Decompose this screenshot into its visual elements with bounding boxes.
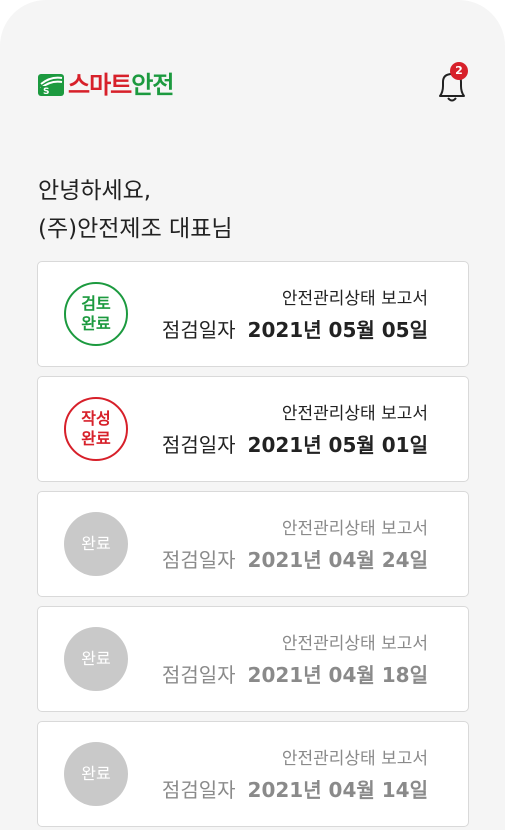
inspection-date: 점검일자 2021년 04월 24일 xyxy=(162,544,428,573)
report-card[interactable]: 검토 완료 안전관리상태 보고서 점검일자 2021년 05월 05일 xyxy=(37,261,469,367)
greeting-line2: (주)안전제조 대표님 xyxy=(38,216,233,242)
stamp-text-line2: 완료 xyxy=(81,314,111,333)
report-list: 검토 완료 안전관리상태 보고서 점검일자 2021년 05월 05일 작성 완료… xyxy=(37,261,469,830)
inspection-date-label: 점검일자 xyxy=(161,778,236,802)
app-screen: S 스마트안전 2 안녕하세요, (주)안전제조 대표님 검토 완료 안전관리상… xyxy=(0,0,505,830)
inspection-date: 점검일자 2021년 04월 18일 xyxy=(162,659,428,688)
inspection-date-value: 2021년 04월 24일 xyxy=(247,548,428,572)
inspection-date-value: 2021년 04월 18일 xyxy=(247,663,428,687)
app-logo: S 스마트안전 xyxy=(38,70,174,100)
logo-mark-icon: S xyxy=(38,72,64,98)
stamp-text-line1: 완료 xyxy=(81,534,111,553)
report-title: 안전관리상태 보고서 xyxy=(281,519,428,539)
logo-wordmark: 스마트안전 xyxy=(68,70,174,100)
report-card[interactable]: 작성 완료 안전관리상태 보고서 점검일자 2021년 05월 01일 xyxy=(37,376,469,482)
svg-text:S: S xyxy=(43,87,49,97)
inspection-date-label: 점검일자 xyxy=(161,318,236,342)
report-card[interactable]: 완료 안전관리상태 보고서 점검일자 2021년 04월 24일 xyxy=(37,491,469,597)
inspection-date: 점검일자 2021년 04월 14일 xyxy=(162,774,428,803)
inspection-date-value: 2021년 05월 01일 xyxy=(247,433,428,457)
report-title: 안전관리상태 보고서 xyxy=(281,289,428,309)
inspection-date-label: 점검일자 xyxy=(161,433,236,457)
inspection-date-value: 2021년 04월 14일 xyxy=(247,778,428,802)
status-stamp-write-complete: 작성 완료 xyxy=(64,397,128,461)
status-stamp-complete: 완료 xyxy=(64,742,128,806)
stamp-text-line1: 검토 xyxy=(81,294,111,313)
status-stamp-complete: 완료 xyxy=(64,627,128,691)
inspection-date: 점검일자 2021년 05월 05일 xyxy=(162,314,428,343)
greeting: 안녕하세요, (주)안전제조 대표님 xyxy=(38,172,233,248)
stamp-text-line1: 작성 xyxy=(81,409,111,428)
stamp-text-line2: 완료 xyxy=(81,429,111,448)
report-title: 안전관리상태 보고서 xyxy=(281,749,428,769)
logo-text-red: 스마트 xyxy=(68,71,132,99)
report-title: 안전관리상태 보고서 xyxy=(281,404,428,424)
report-card[interactable]: 완료 안전관리상태 보고서 점검일자 2021년 04월 14일 xyxy=(37,721,469,827)
inspection-date-label: 점검일자 xyxy=(161,548,236,572)
status-stamp-complete: 완료 xyxy=(64,512,128,576)
stamp-text-line1: 완료 xyxy=(81,649,111,668)
inspection-date-value: 2021년 05월 05일 xyxy=(247,318,428,342)
report-card[interactable]: 완료 안전관리상태 보고서 점검일자 2021년 04월 18일 xyxy=(37,606,469,712)
inspection-date: 점검일자 2021년 05월 01일 xyxy=(162,429,428,458)
inspection-date-label: 점검일자 xyxy=(161,663,236,687)
notification-count-badge: 2 xyxy=(450,62,468,80)
status-stamp-review-complete: 검토 완료 xyxy=(64,282,128,346)
logo-text-green: 안전 xyxy=(131,71,174,99)
greeting-line1: 안녕하세요, xyxy=(38,178,152,204)
stamp-text-line1: 완료 xyxy=(81,764,111,783)
report-title: 안전관리상태 보고서 xyxy=(281,634,428,654)
